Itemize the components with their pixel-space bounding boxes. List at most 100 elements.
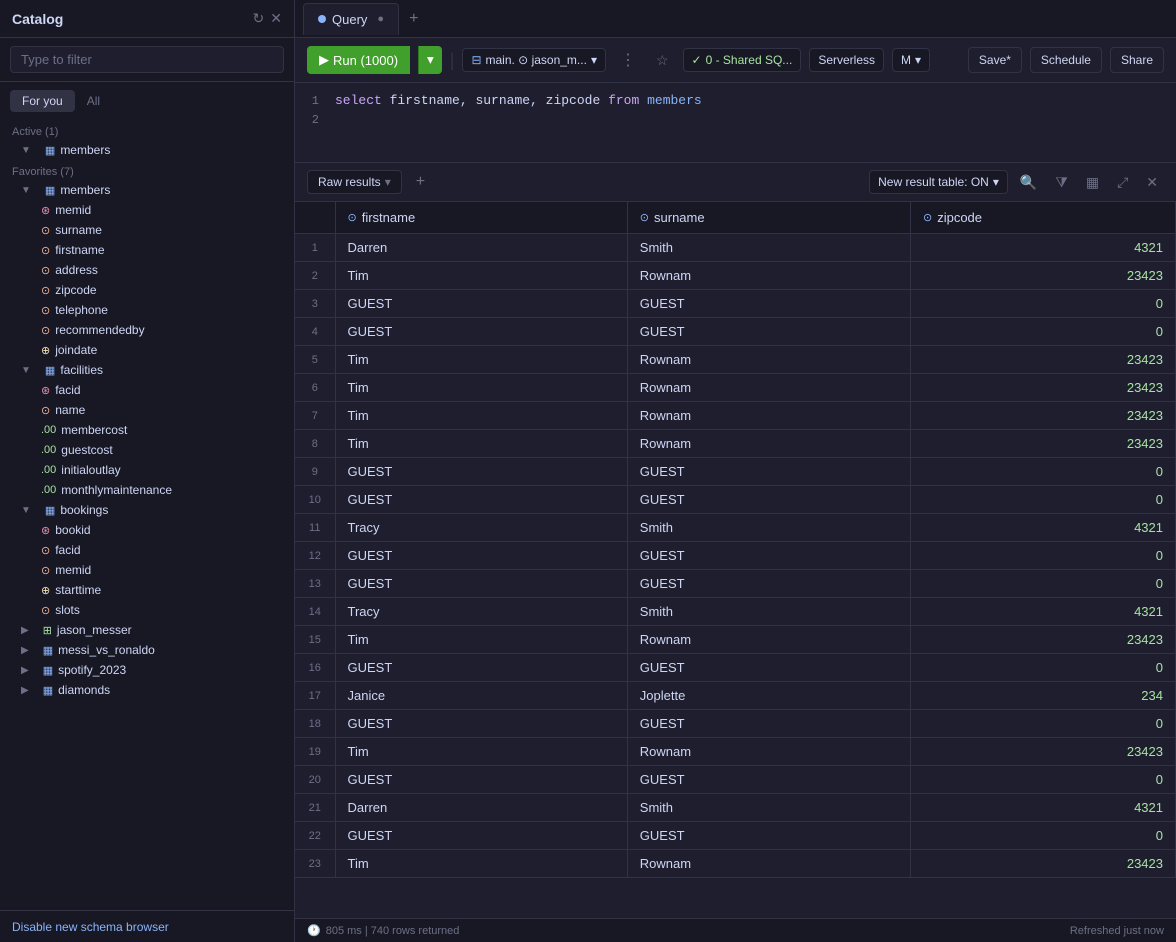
sidebar-item-firstname[interactable]: ⊙ firstname <box>0 240 294 260</box>
add-tab-button[interactable]: + <box>401 6 426 32</box>
fk-icon: ⊙ <box>41 264 50 277</box>
sidebar-item-starttime[interactable]: ⊕ starttime <box>0 580 294 600</box>
sidebar-item-spotify-2023[interactable]: ▶ ▦ spotify_2023 <box>0 660 294 680</box>
zipcode-cell: 23423 <box>910 738 1175 766</box>
run-dropdown-button[interactable]: ▾ <box>418 46 442 74</box>
share-button[interactable]: Share <box>1110 47 1164 73</box>
sidebar-item-initialoutlay[interactable]: .00 initialoutlay <box>0 460 294 480</box>
m-badge[interactable]: M ▾ <box>892 48 930 72</box>
sidebar-item-monthlymaintenance[interactable]: .00 monthlymaintenance <box>0 480 294 500</box>
zipcode-cell: 23423 <box>910 626 1175 654</box>
run-button[interactable]: ▶ Run (1000) <box>307 46 410 74</box>
surname-cell: Smith <box>627 794 910 822</box>
row-number: 5 <box>295 346 335 374</box>
firstname-cell: Tim <box>335 262 627 290</box>
sidebar-item-jason-messer[interactable]: ▶ ⊞ jason_messer <box>0 620 294 640</box>
sidebar-header-icons: ↻ ✕ <box>253 10 282 27</box>
num-icon: .00 <box>41 444 56 456</box>
query-tab-label: Query <box>332 12 367 27</box>
raw-results-tab[interactable]: Raw results ▾ <box>307 170 402 194</box>
close-icon[interactable]: ✕ <box>270 10 282 27</box>
tab-modified-dot: ● <box>377 13 384 25</box>
address-label: address <box>55 263 282 277</box>
sidebar-item-address[interactable]: ⊙ address <box>0 260 294 280</box>
search-input[interactable] <box>10 46 284 73</box>
surname-header[interactable]: ⊙ surname <box>627 202 910 234</box>
layout-button[interactable]: ▦ <box>1080 170 1105 195</box>
sidebar-item-surname[interactable]: ⊙ surname <box>0 220 294 240</box>
row-number: 3 <box>295 290 335 318</box>
zipcode-cell: 4321 <box>910 598 1175 626</box>
surname-cell: GUEST <box>627 542 910 570</box>
surname-cell: GUEST <box>627 318 910 346</box>
sidebar-item-joindate[interactable]: ⊕ joindate <box>0 340 294 360</box>
sidebar-item-guestcost[interactable]: .00 guestcost <box>0 440 294 460</box>
surname-cell: GUEST <box>627 486 910 514</box>
status-badge: ✓ 0 - Shared SQ... <box>683 48 802 72</box>
sidebar-item-slots[interactable]: ⊙ slots <box>0 600 294 620</box>
db-name-label: main. ⊙ jason_m... <box>486 53 587 67</box>
fk-icon: ⊙ <box>41 244 50 257</box>
sidebar-item-bookings[interactable]: ▼ ▦ bookings <box>0 500 294 520</box>
firstname-cell: Tim <box>335 402 627 430</box>
surname-cell: GUEST <box>627 710 910 738</box>
filter-results-button[interactable]: ⧩ <box>1049 170 1074 195</box>
surname-cell: Rownam <box>627 626 910 654</box>
search-results-button[interactable]: 🔍 <box>1014 170 1043 195</box>
fk-icon: ⊙ <box>41 604 50 617</box>
chevron-right-icon: ▶ <box>21 625 29 636</box>
sidebar-item-diamonds[interactable]: ▶ ▦ diamonds <box>0 680 294 700</box>
schedule-button[interactable]: Schedule <box>1030 47 1102 73</box>
row-number: 21 <box>295 794 335 822</box>
add-results-tab-button[interactable]: + <box>408 169 433 195</box>
sidebar-item-recommendedby[interactable]: ⊙ recommendedby <box>0 320 294 340</box>
sidebar-item-fav-members[interactable]: ▼ ▦ members <box>0 180 294 200</box>
table-icon: ▦ <box>43 664 53 677</box>
firstname-cell: Tim <box>335 850 627 878</box>
zipcode-header[interactable]: ⊙ zipcode <box>910 202 1175 234</box>
kebab-menu-button[interactable]: ⋮ <box>614 46 642 74</box>
expand-button[interactable]: ⤢ <box>1111 170 1134 195</box>
tab-for-you[interactable]: For you <box>10 90 75 112</box>
sidebar-item-zipcode[interactable]: ⊙ zipcode <box>0 280 294 300</box>
sidebar-item-facilities[interactable]: ▼ ▦ facilities <box>0 360 294 380</box>
zipcode-cell: 0 <box>910 486 1175 514</box>
firstname-header[interactable]: ⊙ firstname <box>335 202 627 234</box>
row-number: 12 <box>295 542 335 570</box>
table-row: 13 GUEST GUEST 0 <box>295 570 1176 598</box>
sidebar-item-bookings-facid[interactable]: ⊙ facid <box>0 540 294 560</box>
sidebar-item-active-members[interactable]: ▼ ▦ members <box>0 140 294 160</box>
code-editor[interactable]: 1 select firstname, surname, zipcode fro… <box>295 83 1176 163</box>
schema-icon: ⊞ <box>43 624 52 637</box>
save-button[interactable]: Save* <box>968 47 1022 73</box>
db-selector[interactable]: ⊟ main. ⊙ jason_m... ▾ <box>462 48 606 72</box>
new-result-table-selector[interactable]: New result table: ON ▾ <box>869 170 1008 194</box>
query-tab[interactable]: Query ● <box>303 3 399 35</box>
sidebar-item-telephone[interactable]: ⊙ telephone <box>0 300 294 320</box>
sidebar-item-bookings-memid[interactable]: ⊙ memid <box>0 560 294 580</box>
disable-schema-browser-link[interactable]: Disable new schema browser <box>12 920 169 934</box>
sidebar-item-membercost[interactable]: .00 membercost <box>0 420 294 440</box>
messi-vs-ronaldo-label: messi_vs_ronaldo <box>58 643 282 657</box>
line-content-1: select firstname, surname, zipcode from … <box>335 93 702 108</box>
sidebar-item-name[interactable]: ⊙ name <box>0 400 294 420</box>
table-icon: ▦ <box>45 184 55 197</box>
refresh-icon[interactable]: ↻ <box>253 10 265 27</box>
star-button[interactable]: ☆ <box>650 48 675 73</box>
close-results-button[interactable]: ✕ <box>1140 170 1164 195</box>
sidebar-item-bookid[interactable]: ⊛ bookid <box>0 520 294 540</box>
sidebar-item-facid[interactable]: ⊛ facid <box>0 380 294 400</box>
num-icon: .00 <box>41 484 56 496</box>
tab-all[interactable]: All <box>75 90 112 112</box>
sidebar-item-memid[interactable]: ⊛ memid <box>0 200 294 220</box>
name-label: name <box>55 403 282 417</box>
firstname-cell: GUEST <box>335 710 627 738</box>
row-number: 4 <box>295 318 335 346</box>
sidebar-search-container <box>0 38 294 82</box>
zipcode-cell: 4321 <box>910 234 1175 262</box>
sidebar-item-messi-vs-ronaldo[interactable]: ▶ ▦ messi_vs_ronaldo <box>0 640 294 660</box>
line-number-1: 1 <box>295 94 335 108</box>
starttime-label: starttime <box>55 583 282 597</box>
zipcode-cell: 23423 <box>910 402 1175 430</box>
date-icon: ⊕ <box>41 584 50 597</box>
